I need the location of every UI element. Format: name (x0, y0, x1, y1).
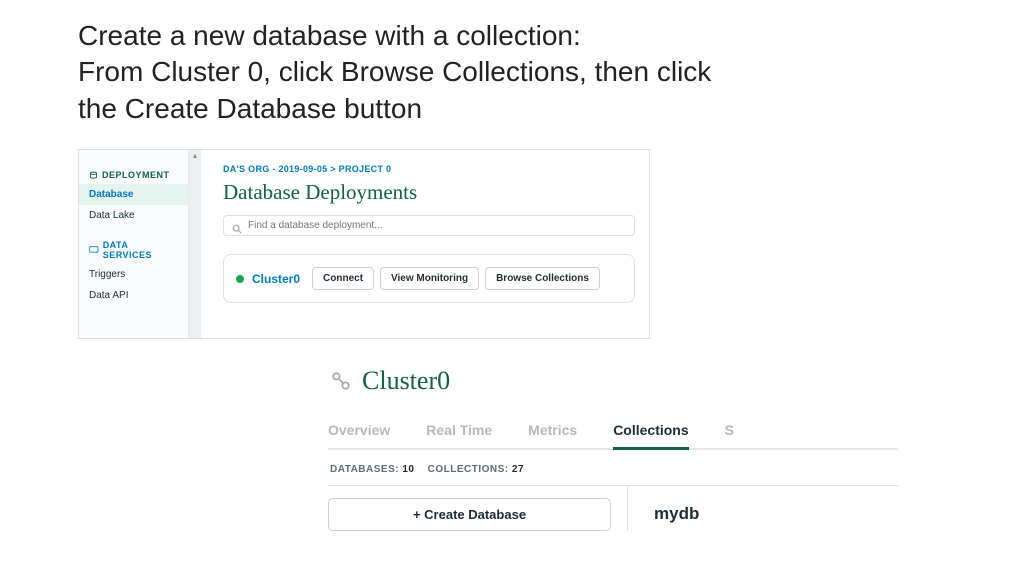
stats-row: DATABASES: 10 COLLECTIONS: 27 (328, 450, 898, 485)
main-panel: DA'S ORG - 2019-09-05 > PROJECT 0 Databa… (209, 150, 649, 338)
sidebar: DEPLOYMENT Database Data Lake DATA SERVI… (79, 150, 189, 338)
search-box[interactable] (223, 215, 635, 236)
status-dot-icon (236, 275, 244, 283)
title-line3: the Create Database button (78, 91, 1024, 127)
connect-button[interactable]: Connect (312, 267, 374, 290)
sidebar-section-dataservices: DATA SERVICES (79, 234, 188, 264)
screenshot-deployments: DEPLOYMENT Database Data Lake DATA SERVI… (78, 149, 650, 339)
view-monitoring-button[interactable]: View Monitoring (380, 267, 479, 290)
tabs: Overview Real Time Metrics Collections S (328, 412, 898, 450)
browse-collections-button[interactable]: Browse Collections (485, 267, 600, 290)
tab-truncated[interactable]: S (725, 412, 735, 448)
col-count-label: COLLECTIONS: (428, 464, 509, 475)
cluster-title: Cluster0 (362, 366, 450, 396)
sidebar-section-deployment: DEPLOYMENT (79, 164, 188, 184)
database-name: mydb (654, 504, 898, 524)
cluster-card: Cluster0 Connect View Monitoring Browse … (223, 254, 635, 303)
search-icon (232, 221, 242, 231)
services-icon (89, 246, 99, 254)
db-count-label: DATABASES: (330, 464, 399, 475)
sidebar-item-triggers[interactable]: Triggers (79, 264, 188, 285)
bottom-row: + Create Database mydb (328, 485, 898, 531)
sidebar-item-datalake[interactable]: Data Lake (79, 205, 188, 226)
search-input[interactable] (248, 220, 626, 231)
title-line2: From Cluster 0, click Browse Collections… (78, 54, 1024, 90)
page-title: Database Deployments (223, 180, 635, 205)
slide-title: Create a new database with a collection:… (0, 0, 1024, 127)
col-count: 27 (512, 464, 524, 475)
scrollbar[interactable]: ▴ (189, 150, 201, 338)
tab-collections[interactable]: Collections (613, 412, 688, 448)
database-icon (89, 171, 98, 180)
breadcrumb[interactable]: DA'S ORG - 2019-09-05 > PROJECT 0 (223, 164, 635, 174)
sidebar-item-database[interactable]: Database (79, 184, 188, 205)
tab-realtime[interactable]: Real Time (426, 412, 492, 448)
create-database-button[interactable]: + Create Database (328, 498, 611, 531)
screenshot-cluster: Cluster0 Overview Real Time Metrics Coll… (328, 360, 898, 570)
db-count: 10 (402, 464, 414, 475)
sidebar-item-dataapi[interactable]: Data API (79, 285, 188, 306)
tab-overview[interactable]: Overview (328, 412, 390, 448)
left-column: + Create Database (328, 486, 628, 531)
tab-metrics[interactable]: Metrics (528, 412, 577, 448)
cluster-link[interactable]: Cluster0 (252, 272, 300, 286)
right-column: mydb (628, 486, 898, 531)
title-line1: Create a new database with a collection: (78, 18, 1024, 54)
cluster-header: Cluster0 (328, 360, 898, 412)
cluster-icon (330, 370, 352, 392)
scroll-up-icon[interactable]: ▴ (189, 150, 201, 162)
